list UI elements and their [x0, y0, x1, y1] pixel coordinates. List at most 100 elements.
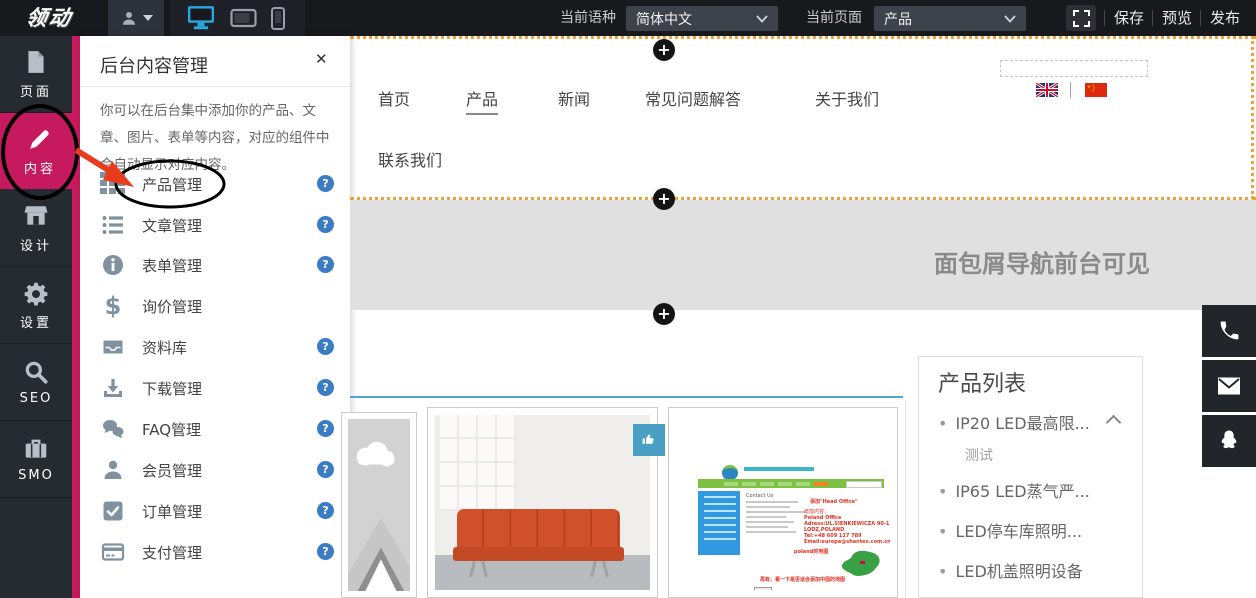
save-button[interactable]: 保存 [1112, 0, 1146, 36]
chevron-down-icon [143, 15, 153, 21]
search-icon [23, 359, 49, 385]
user-icon [120, 9, 138, 27]
menu-item-faq-management[interactable]: FAQ管理 ? [80, 409, 350, 449]
envelope-icon [1217, 376, 1241, 396]
sidebar-item-design[interactable]: 设计 [0, 190, 72, 267]
divider [905, 400, 906, 598]
help-icon[interactable]: ? [317, 256, 334, 273]
section-outline-toggle-button[interactable] [1066, 5, 1096, 31]
desktop-icon[interactable] [186, 5, 216, 31]
nav-link-about[interactable]: 关于我们 [815, 86, 879, 110]
preview-button[interactable]: 预览 [1160, 0, 1194, 36]
help-icon[interactable]: ? [317, 216, 334, 233]
sidebar-item-settings[interactable]: 设置 [0, 267, 72, 344]
add-section-button[interactable]: + [653, 303, 675, 325]
language-select[interactable]: 简体中文 [626, 6, 778, 31]
briefcase-icon [23, 436, 49, 462]
help-icon[interactable]: ? [317, 379, 334, 396]
dashed-square-icon [1073, 10, 1090, 27]
nav-link-home[interactable]: 首页 [378, 86, 410, 110]
product-card-screenshot[interactable]: Contact Us 添加"Head Office" 增加内容： Poland … [668, 407, 898, 598]
section-outline-right [1251, 36, 1254, 199]
menu-item-order-management[interactable]: 订单管理 ? [80, 491, 350, 531]
section-outline-top [350, 36, 1256, 39]
product-card-sofa[interactable] [427, 407, 658, 598]
nav-link-contact[interactable]: 联系我们 [378, 147, 442, 171]
sidebar-item-pages[interactable]: 页面 [0, 36, 72, 113]
nav-link-news[interactable]: 新闻 [558, 86, 590, 110]
china-flag-icon[interactable] [1085, 83, 1107, 97]
tablet-icon[interactable] [230, 7, 257, 29]
page-select[interactable]: 产品 [874, 6, 1026, 31]
divider [1104, 10, 1105, 26]
like-badge[interactable] [633, 424, 665, 456]
image-placeholder-icon [348, 419, 410, 591]
menu-item-article-management[interactable]: 文章管理 ? [80, 205, 350, 245]
download-icon [100, 376, 126, 400]
gear-icon [23, 280, 49, 306]
list-icon [100, 213, 126, 237]
uk-flag-icon[interactable] [1036, 83, 1058, 97]
qq-contact-button[interactable] [1202, 415, 1256, 467]
sidebar-item-smo[interactable]: SMO [0, 421, 72, 498]
user-menu[interactable] [108, 0, 164, 36]
member-icon [100, 458, 126, 482]
grid-icon [100, 172, 126, 196]
help-icon[interactable]: ? [317, 338, 334, 355]
chevron-down-icon [756, 15, 768, 23]
bullet: • [938, 414, 947, 433]
active-nav-underline [466, 113, 498, 115]
product-list-title: 产品列表 [938, 366, 1026, 398]
publish-button[interactable]: 发布 [1208, 0, 1242, 36]
chevron-down-icon [1004, 15, 1016, 23]
phone-contact-button[interactable] [1202, 305, 1256, 357]
product-list-item[interactable]: •IP65 LED蒸气严... [938, 478, 1123, 502]
sofa-photo [435, 415, 650, 590]
menu-item-member-management[interactable]: 会员管理 ? [80, 450, 350, 490]
product-list-item[interactable]: •LED机盖照明设备 [938, 558, 1123, 582]
component-top-border [350, 396, 903, 398]
mobile-icon[interactable] [271, 7, 285, 30]
product-list-item[interactable]: •LED停车库照明... [938, 518, 1123, 542]
empty-component-placeholder[interactable] [1000, 60, 1148, 77]
product-card-placeholder[interactable] [341, 412, 417, 598]
sidebar-item-content[interactable]: 内容 [0, 113, 80, 189]
menu-item-library[interactable]: 资料库 ? [80, 327, 350, 367]
document-icon [23, 49, 49, 75]
nav-link-faq[interactable]: 常见问题解答 [645, 86, 741, 110]
bullet: • [938, 562, 947, 581]
current-page-label: 当前页面 [806, 0, 862, 36]
divider [1152, 10, 1153, 26]
nav-link-products[interactable]: 产品 [466, 86, 498, 110]
divider [1200, 10, 1201, 26]
help-icon[interactable]: ? [317, 543, 334, 560]
add-section-button[interactable]: + [653, 188, 675, 210]
menu-item-payment-management[interactable]: 支付管理 ? [80, 532, 350, 572]
help-icon[interactable]: ? [317, 502, 334, 519]
divider [1070, 82, 1071, 98]
add-section-button[interactable]: + [653, 39, 675, 61]
sidebar-item-seo[interactable]: SEO [0, 344, 72, 421]
device-switcher [170, 0, 305, 36]
website-screenshot: Contact Us 添加"Head Office" 增加内容： Poland … [676, 415, 890, 590]
product-list-subitem[interactable]: 测试 [965, 445, 993, 465]
email-contact-button[interactable] [1202, 360, 1256, 412]
menu-item-form-management[interactable]: 表单管理 ? [80, 245, 350, 285]
storefront-icon [23, 203, 49, 229]
chat-icon [100, 417, 126, 441]
menu-item-product-management[interactable]: 产品管理 ? [80, 164, 350, 204]
help-icon[interactable]: ? [317, 420, 334, 437]
divider [80, 86, 350, 87]
help-icon[interactable]: ? [317, 461, 334, 478]
close-icon[interactable]: ✕ [315, 50, 328, 68]
qq-icon [1218, 429, 1240, 453]
phone-icon [1218, 320, 1240, 342]
menu-item-download-management[interactable]: 下载管理 ? [80, 368, 350, 408]
brand-logo: 领动 [24, 4, 115, 32]
menu-item-quote-management[interactable]: $ 询价管理 [80, 286, 350, 326]
europe-map-graphic [836, 545, 882, 579]
order-check-icon [100, 499, 126, 523]
bullet: • [938, 482, 947, 501]
product-list-item[interactable]: •IP20 LED最高限... [938, 410, 1123, 434]
help-icon[interactable]: ? [317, 175, 334, 192]
